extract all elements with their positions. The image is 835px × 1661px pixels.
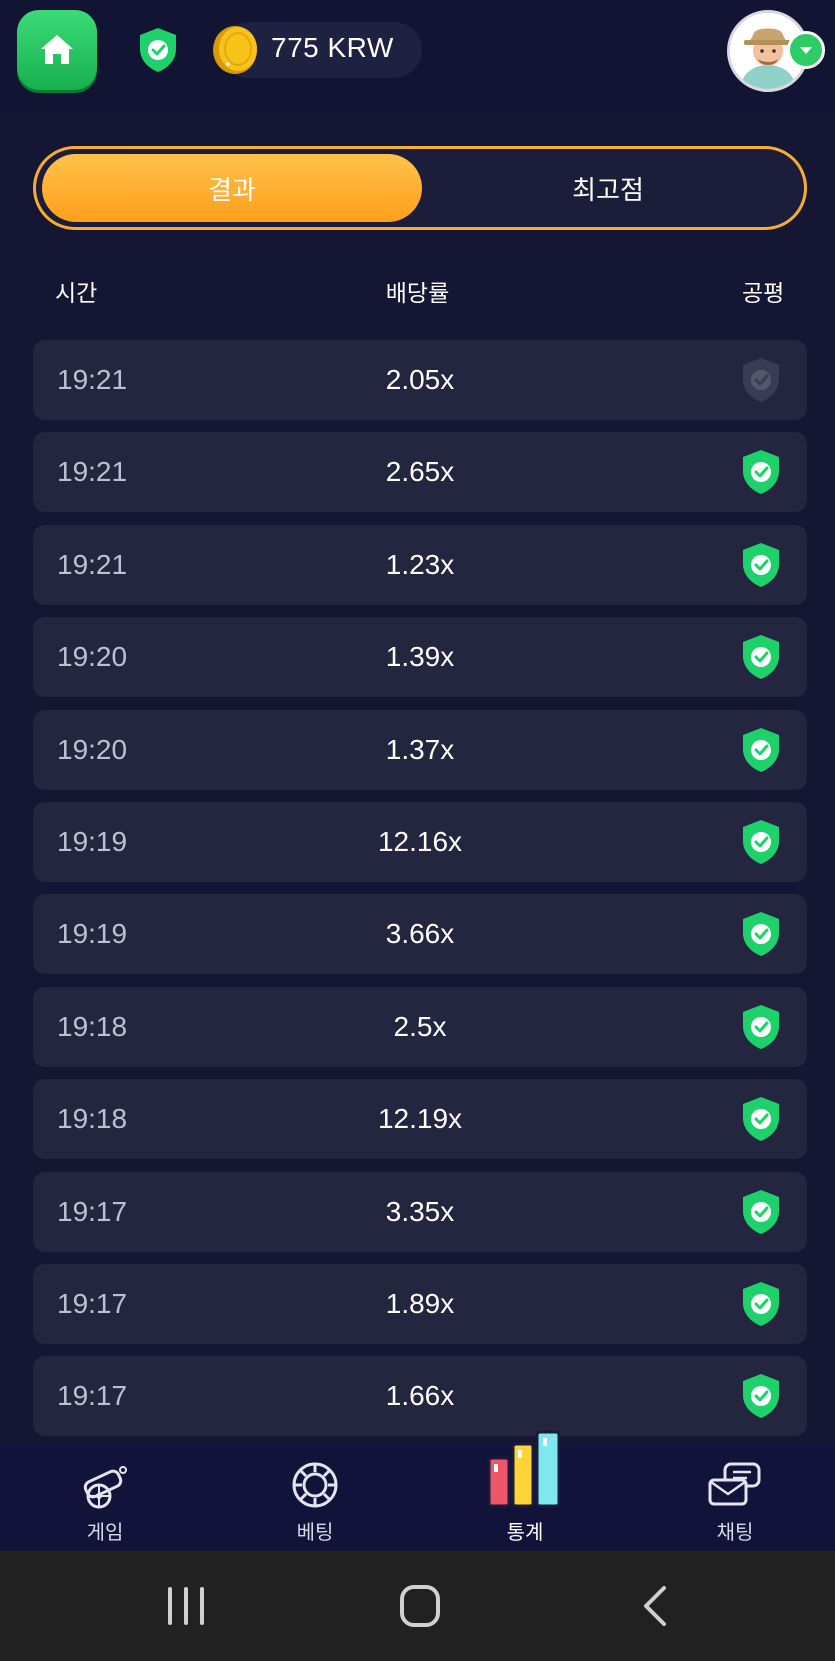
table-row[interactable]: 19:19 3.66x: [33, 894, 807, 974]
system-nav-bar: [0, 1551, 835, 1661]
tab-results[interactable]: 결과: [42, 154, 422, 222]
table-row[interactable]: 19:21 2.05x: [33, 340, 807, 420]
table-row[interactable]: 19:20 1.37x: [33, 710, 807, 790]
nav-label: 채팅: [716, 1520, 754, 1544]
chat-icon: [708, 1462, 761, 1506]
verified-shield-icon[interactable]: [740, 541, 782, 589]
verified-shield-icon[interactable]: [740, 910, 782, 958]
avatar-dropdown-button[interactable]: [787, 31, 825, 69]
verified-shield-icon[interactable]: [740, 1188, 782, 1236]
home-system-icon[interactable]: [398, 1585, 442, 1627]
bar-chart-icon: [487, 1430, 561, 1508]
row-multiplier: 3.66x: [385, 918, 455, 949]
nav-label: 게임: [86, 1520, 124, 1544]
verified-shield-icon[interactable]: [740, 1095, 782, 1143]
row-multiplier: 3.35x: [385, 1196, 455, 1227]
verified-shield-icon[interactable]: [740, 1372, 782, 1420]
table-row[interactable]: 19:21 1.23x: [33, 525, 807, 605]
coin-icon: [213, 26, 257, 74]
top-bar: 775 KRW: [0, 0, 835, 112]
home-icon: [41, 35, 73, 64]
chevron-down-icon: [800, 47, 812, 54]
row-multiplier: 12.16x: [377, 826, 463, 857]
cannon-icon: [83, 1466, 127, 1509]
nav-item-chat[interactable]: 채팅: [655, 1446, 815, 1549]
verified-shield-icon[interactable]: [740, 726, 782, 774]
results-tab-bar: 결과 최고점: [33, 146, 807, 230]
table-row[interactable]: 19:18 12.19x: [33, 1079, 807, 1159]
row-multiplier: 2.65x: [385, 456, 455, 487]
column-header-multiplier: 배당률: [385, 281, 450, 307]
table-row[interactable]: 19:17 3.35x: [33, 1172, 807, 1252]
row-multiplier: 1.66x: [385, 1380, 455, 1411]
verified-shield-icon[interactable]: [740, 1280, 782, 1328]
table-row[interactable]: 19:17 1.89x: [33, 1264, 807, 1344]
verified-shield-icon[interactable]: [740, 818, 782, 866]
column-header-fair: 공평: [742, 281, 785, 307]
home-button[interactable]: [17, 10, 97, 90]
nav-item-betting[interactable]: 베팅: [235, 1446, 395, 1549]
verified-shield-icon[interactable]: [740, 448, 782, 496]
verified-shield-icon[interactable]: [137, 26, 179, 74]
bottom-nav: 게임 베팅 통계 채팅: [0, 1430, 835, 1549]
table-row[interactable]: 19:20 1.39x: [33, 617, 807, 697]
tab-top-scores[interactable]: 최고점: [418, 154, 798, 222]
row-multiplier: 2.05x: [385, 364, 455, 395]
nav-label: 베팅: [296, 1520, 334, 1544]
row-multiplier: 1.89x: [385, 1288, 455, 1319]
row-multiplier: 2.5x: [393, 1011, 447, 1042]
nav-item-game[interactable]: 게임: [25, 1446, 185, 1549]
row-multiplier: 12.19x: [377, 1103, 463, 1134]
balance-amount: 775 KRW: [271, 32, 394, 63]
row-multiplier: 1.39x: [385, 641, 455, 672]
verified-shield-icon[interactable]: [740, 1003, 782, 1051]
chip-icon: [292, 1462, 338, 1508]
back-icon[interactable]: [640, 1585, 670, 1627]
table-row[interactable]: 19:19 12.16x: [33, 802, 807, 882]
table-row[interactable]: 19:21 2.65x: [33, 432, 807, 512]
verified-shield-icon[interactable]: [740, 633, 782, 681]
row-multiplier: 1.23x: [385, 549, 455, 580]
row-multiplier: 1.37x: [385, 734, 455, 765]
nav-item-stats[interactable]: 통계: [445, 1430, 605, 1549]
unverified-shield-icon[interactable]: [740, 356, 782, 404]
nav-label: 통계: [506, 1520, 544, 1544]
recent-apps-icon[interactable]: [164, 1585, 208, 1627]
table-row[interactable]: 19:17 1.66x: [33, 1356, 807, 1436]
table-row[interactable]: 19:18 2.5x: [33, 987, 807, 1067]
